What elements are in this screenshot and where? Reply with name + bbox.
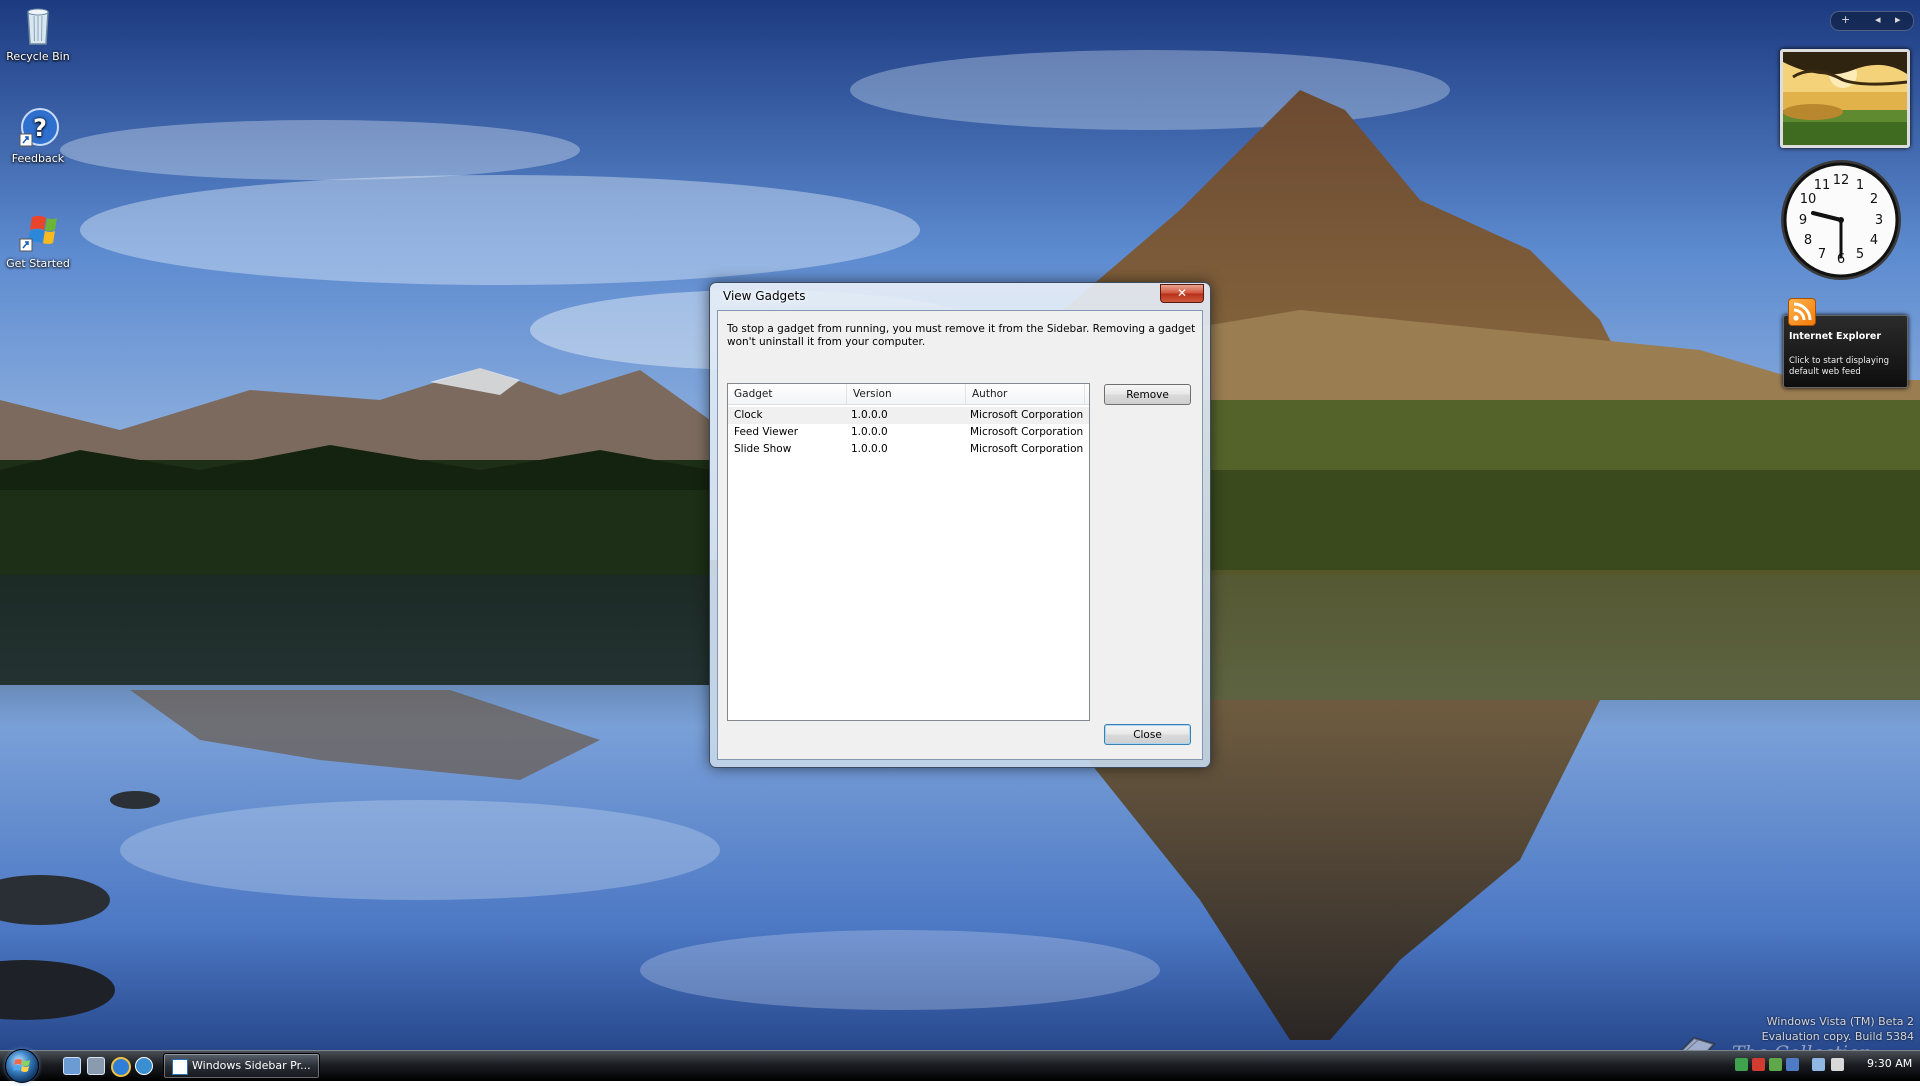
slideshow-gadget[interactable] [1780,49,1910,148]
column-header-gadget[interactable]: Gadget [728,384,847,404]
recycle-bin-icon [16,4,60,48]
security-tray-icon[interactable] [1735,1058,1748,1071]
feed-title: Internet Explorer [1789,331,1882,342]
desktop-icon-get-started[interactable]: Get Started [0,211,76,270]
clock-numeral: 1 [1856,178,1864,193]
clock-face: 12 1 2 3 4 5 6 7 8 9 10 11 [1781,160,1901,280]
window-icon [172,1059,188,1075]
dialog-body: To stop a gadget from running, you must … [717,310,1203,760]
add-gadget-button[interactable]: + [1841,13,1850,26]
volume-icon[interactable] [1831,1058,1844,1071]
dialog-message: To stop a gadget from running, you must … [727,323,1196,348]
list-row[interactable]: Feed Viewer 1.0.0.0 Microsoft Corporatio… [728,424,1089,441]
feed-message: Click to start displaying default web fe… [1789,356,1890,377]
alert-tray-icon[interactable] [1752,1058,1765,1071]
cell-gadget: Slide Show [734,443,792,455]
clock-numeral: 12 [1833,173,1850,188]
cell-version: 1.0.0.0 [851,409,888,421]
cell-author: Microsoft Corporation [970,426,1084,438]
cell-version: 1.0.0.0 [851,426,888,438]
cell-gadget: Feed Viewer [734,426,799,438]
desktop-icon-label: Feedback [11,152,65,165]
network-icon[interactable] [1812,1058,1825,1071]
media-player-icon[interactable] [135,1057,153,1075]
feedback-icon: ? [16,106,60,150]
view-gadgets-dialog: View Gadgets ✕ To stop a gadget from run… [709,282,1211,768]
rss-feed-icon [1788,298,1816,326]
desktop-icon-feedback[interactable]: ? Feedback [0,106,76,165]
clock-numeral: 8 [1804,233,1812,248]
list-header: Gadget Version Author [728,384,1089,405]
update-tray-icon[interactable] [1769,1058,1782,1071]
watermark-line: Windows Vista (TM) Beta 2 [1766,1015,1914,1028]
clock-gadget[interactable]: 12 1 2 3 4 5 6 7 8 9 10 11 [1778,157,1904,283]
previous-page-button[interactable]: ◂ [1875,13,1881,26]
clock-numeral: 2 [1870,192,1878,207]
windows-flag-icon [16,211,60,255]
gadget-list[interactable]: Gadget Version Author Clock 1.0.0.0 Micr… [727,383,1090,721]
list-row[interactable]: Clock 1.0.0.0 Microsoft Corporation [728,407,1089,424]
dialog-title: View Gadgets [723,289,806,303]
sidebar-controls: + ◂ ▸ [1830,11,1914,31]
build-watermark: Windows Vista (TM) Beta 2 Evaluation cop… [1762,1014,1914,1044]
clock-numeral: 3 [1875,213,1883,228]
taskbar-button-label: Windows Sidebar Pr... [192,1059,311,1072]
windows-logo-icon [13,1059,30,1072]
column-header-version[interactable]: Version [847,384,966,404]
cell-version: 1.0.0.0 [851,443,888,455]
clock-numeral: 10 [1800,192,1817,207]
switch-windows-icon[interactable] [87,1057,105,1075]
cell-gadget: Clock [734,409,763,421]
slideshow-photo [1783,52,1907,145]
device-tray-icon[interactable] [1786,1058,1799,1071]
svg-text:?: ? [33,114,47,142]
taskbar-button-windows-sidebar[interactable]: Windows Sidebar Pr... [163,1053,320,1079]
desktop-icon-label: Recycle Bin [6,50,70,63]
clock-numeral: 7 [1818,247,1826,262]
clock-numeral: 9 [1799,213,1807,228]
column-header-author[interactable]: Author [966,384,1085,404]
taskbar-clock[interactable]: 9:30 AM [1867,1057,1912,1070]
start-button[interactable] [5,1049,39,1083]
desktop-icon-recycle-bin[interactable]: Recycle Bin [0,4,76,63]
clock-numeral: 11 [1814,178,1831,193]
remove-button[interactable]: Remove [1104,384,1191,405]
desktop-icon-label: Get Started [6,257,70,270]
cell-author: Microsoft Corporation [970,443,1084,455]
next-page-button[interactable]: ▸ [1895,13,1901,26]
clock-numeral: 4 [1870,233,1878,248]
clock-numeral: 5 [1856,247,1864,262]
close-button[interactable]: Close [1104,724,1191,745]
show-desktop-icon[interactable] [63,1057,81,1075]
cell-author: Microsoft Corporation [970,409,1084,421]
list-row[interactable]: Slide Show 1.0.0.0 Microsoft Corporation [728,441,1089,458]
dialog-close-button[interactable]: ✕ [1160,284,1204,303]
internet-explorer-icon[interactable] [111,1057,131,1077]
